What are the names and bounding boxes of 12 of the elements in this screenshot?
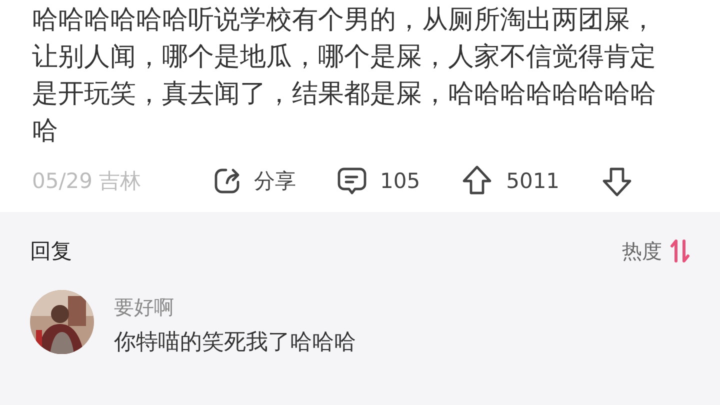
replies-heading: 回复 [30,238,72,265]
upvote-button[interactable]: 5011 [460,164,560,198]
share-button[interactable]: 分享 [212,166,296,196]
sort-button[interactable]: 热度 [622,238,690,264]
sort-icon [670,239,690,263]
comment-button[interactable]: 105 [336,165,420,197]
comment-icon [336,165,368,197]
reply-username: 要好啊 [114,294,175,321]
post-date-location: 05/29 吉林 [32,168,142,195]
share-icon [212,166,242,196]
reply-text: 你特喵的笑死我了哈哈哈 [114,329,356,357]
post-text: 哈哈哈哈哈哈听说学校有个男的，从厕所淘出两团屎，让别人闻，哪个是地瓜，哪个是屎，人家不信觉得肯定是开玩笑，真去闻了，结果都是屎，哈哈哈哈哈哈哈哈哈 [32,4,657,148]
